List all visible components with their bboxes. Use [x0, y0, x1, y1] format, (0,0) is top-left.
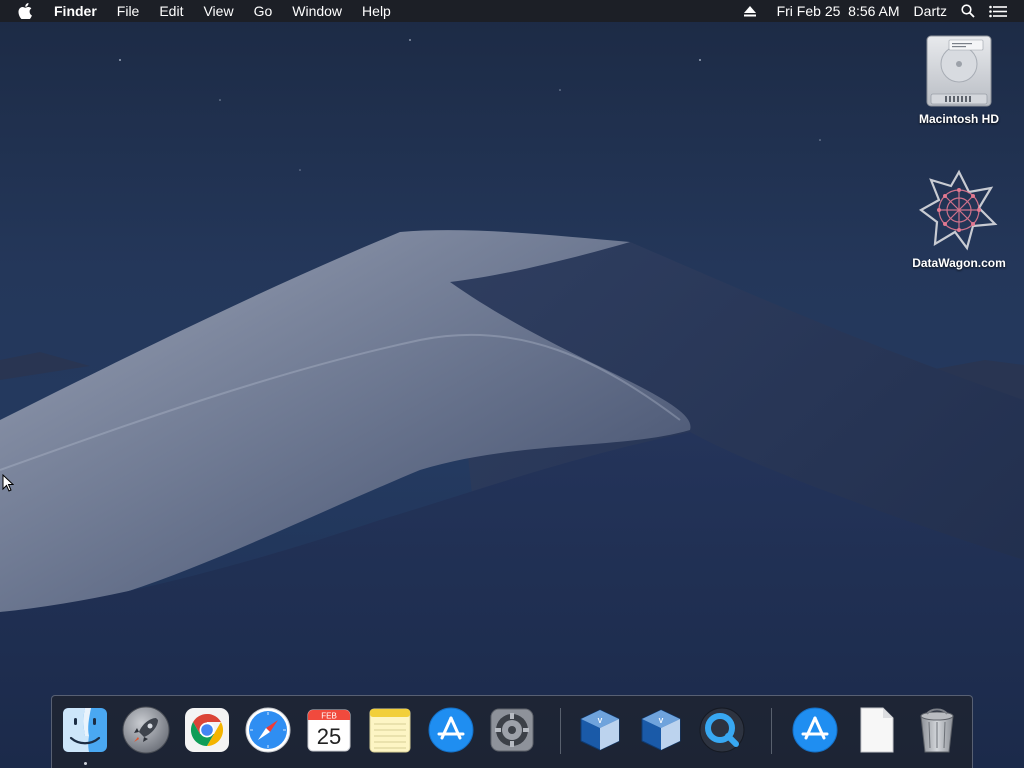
calendar-month: FEB — [321, 712, 337, 721]
dock-item-virtualbox-2[interactable]: V — [636, 704, 686, 756]
desktop-icon-datawagon[interactable]: DataWagon.com — [904, 168, 1014, 270]
menu-window[interactable]: Window — [282, 0, 352, 22]
notes-icon — [369, 708, 411, 753]
dock-item-launchpad[interactable] — [121, 704, 171, 756]
spotlight-search-icon[interactable] — [954, 0, 982, 22]
dock-item-document[interactable] — [851, 704, 901, 756]
blank-document-icon — [860, 707, 894, 753]
eject-icon[interactable] — [737, 0, 763, 22]
menu-app-name[interactable]: Finder — [44, 0, 107, 22]
menu-help[interactable]: Help — [352, 0, 401, 22]
virtualbox-icon: V — [580, 709, 620, 751]
dock-item-app-store[interactable] — [426, 704, 476, 756]
svg-text:V: V — [598, 718, 603, 725]
dock-item-system-preferences[interactable] — [487, 704, 537, 756]
desktop-icon-label: DataWagon.com — [912, 256, 1006, 270]
trash-icon — [920, 708, 954, 753]
chrome-icon — [185, 708, 229, 752]
svg-text:V: V — [659, 718, 664, 725]
mouse-cursor-icon — [2, 474, 14, 492]
app-store-icon — [792, 707, 838, 753]
virtualbox-icon: V — [641, 709, 681, 751]
datawagon-disk-icon — [918, 169, 998, 251]
launchpad-rocket-icon — [122, 706, 170, 754]
calendar-day: 25 — [317, 724, 341, 749]
dock: FEB 25 V V — [51, 695, 973, 768]
gear-icon — [490, 708, 534, 752]
wallpaper — [0, 39, 1024, 768]
dock-item-finder[interactable] — [60, 704, 110, 756]
menu-edit[interactable]: Edit — [149, 0, 193, 22]
finder-icon — [63, 708, 107, 752]
dock-separator — [560, 708, 561, 754]
dock-item-chrome[interactable] — [182, 704, 232, 756]
dock-item-virtualbox-1[interactable]: V — [575, 704, 625, 756]
dock-item-app-store-downloads[interactable] — [790, 704, 840, 756]
quicktime-icon — [699, 707, 745, 753]
dock-item-safari[interactable] — [243, 704, 293, 756]
desktop: Finder File Edit View Go Window Help Fri… — [0, 0, 1024, 768]
user-name[interactable]: Dartz — [907, 0, 954, 22]
menu-view[interactable]: View — [193, 0, 243, 22]
app-store-icon — [428, 707, 474, 753]
safari-compass-icon — [245, 707, 291, 753]
dock-item-calendar[interactable]: FEB 25 — [304, 704, 354, 756]
dock-item-notes[interactable] — [365, 704, 415, 756]
apple-icon[interactable] — [0, 0, 44, 22]
notification-center-icon[interactable] — [982, 0, 1014, 22]
menu-bar: Finder File Edit View Go Window Help Fri… — [0, 0, 1024, 22]
running-indicator — [84, 762, 87, 765]
hard-drive-icon — [926, 35, 992, 107]
dock-item-trash[interactable] — [912, 704, 962, 756]
desktop-icon-label: Macintosh HD — [918, 112, 999, 126]
clock[interactable]: Fri Feb 25 8:56 AM — [763, 0, 907, 22]
menu-go[interactable]: Go — [244, 0, 283, 22]
desktop-icon-macintosh-hd[interactable]: Macintosh HD — [904, 32, 1014, 126]
calendar-icon: FEB 25 — [307, 709, 351, 752]
dock-separator — [771, 708, 772, 754]
dock-item-quicktime[interactable] — [697, 704, 747, 756]
menu-file[interactable]: File — [107, 0, 150, 22]
